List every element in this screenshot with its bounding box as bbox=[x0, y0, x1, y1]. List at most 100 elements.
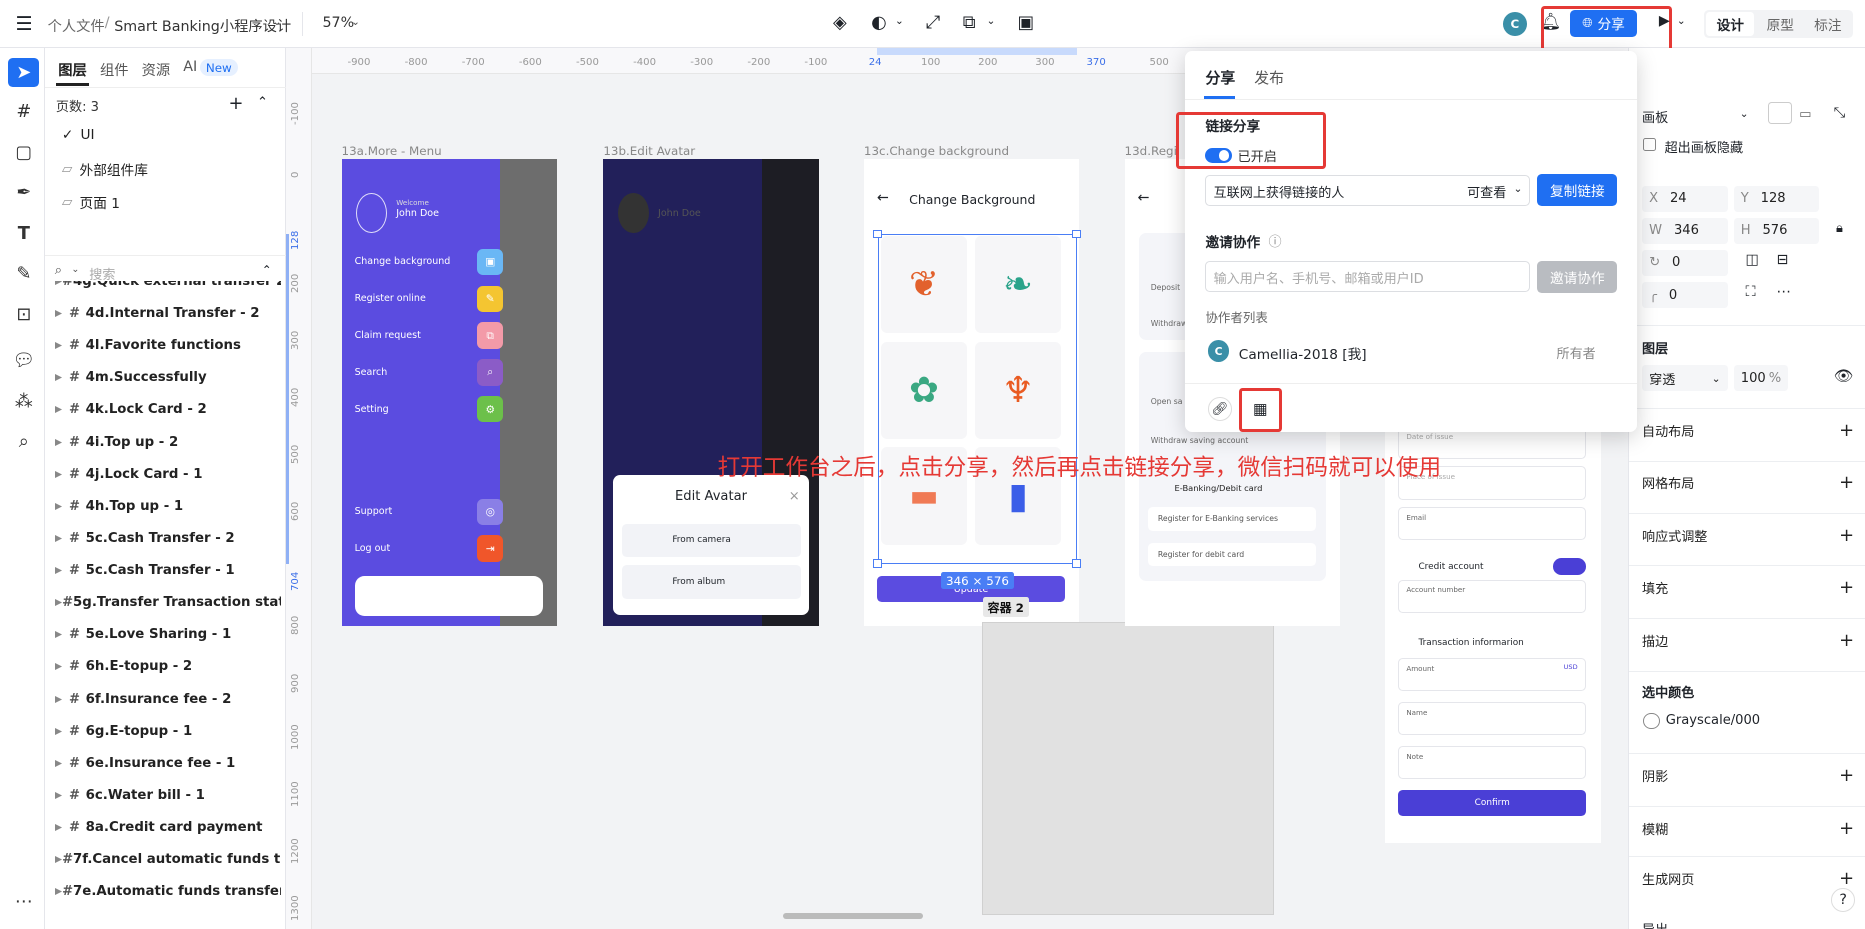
add-icon[interactable]: + bbox=[1839, 868, 1854, 889]
color-swatch[interactable] bbox=[1643, 712, 1660, 730]
layer-row[interactable]: ▶ #4i.Top up - 2 bbox=[55, 426, 281, 458]
comment-tool-icon[interactable]: 💬︎ bbox=[8, 346, 39, 375]
rotation-input[interactable]: ↻ 0 bbox=[1641, 249, 1728, 277]
menu-item[interactable]: Setting ⚙ bbox=[355, 396, 504, 423]
caret-right-icon[interactable]: ▶ bbox=[55, 661, 69, 672]
tab-prototype[interactable]: 原型 bbox=[1756, 14, 1804, 34]
layer-row[interactable]: ▶#4g.Quick external transfer 24... bbox=[55, 281, 281, 298]
frame-title[interactable]: 13b.Edit Avatar bbox=[603, 144, 695, 158]
collapse-icon[interactable]: ⌃ bbox=[257, 95, 268, 110]
radius-input[interactable]: ╭ 0 bbox=[1641, 282, 1728, 309]
row-button[interactable]: Register for debit card bbox=[1148, 542, 1317, 567]
landscape-icon[interactable]: ▭ bbox=[1799, 107, 1811, 122]
x-input[interactable]: X 24 bbox=[1641, 185, 1728, 212]
back-arrow-icon[interactable]: ← bbox=[1138, 190, 1150, 206]
chevron-down-icon[interactable]: ⌄ bbox=[273, 15, 282, 28]
copy-link-button[interactable]: 复制链接 bbox=[1537, 173, 1618, 206]
panel-section[interactable]: 阴影 + bbox=[1642, 765, 1854, 786]
move-tool-icon[interactable]: ➤ bbox=[8, 58, 40, 87]
invite-input[interactable]: 输入用户名、手机号、邮箱或用户ID bbox=[1205, 260, 1531, 292]
account-number-field[interactable]: Account number bbox=[1398, 579, 1587, 613]
add-icon[interactable]: + bbox=[1839, 525, 1854, 546]
layer-row[interactable]: ▶ #4l.Favorite functions bbox=[55, 330, 281, 362]
selected-color-name[interactable]: Grayscale/000 bbox=[1666, 713, 1760, 728]
fit-icon[interactable]: ⤡ bbox=[1834, 105, 1845, 121]
add-icon[interactable]: + bbox=[1839, 818, 1854, 839]
frame-tool-icon[interactable]: # bbox=[8, 98, 39, 127]
layer-row[interactable]: ▶ #6h.E-topup - 2 bbox=[55, 651, 281, 683]
flip-v-icon[interactable]: ⊟ bbox=[1776, 252, 1788, 268]
caret-right-icon[interactable]: ▶ bbox=[55, 533, 69, 544]
flip-h-icon[interactable]: ◫ bbox=[1746, 252, 1759, 268]
tab-design[interactable]: 设计 bbox=[1706, 11, 1755, 36]
w-input[interactable]: W 346 bbox=[1641, 217, 1728, 244]
add-icon[interactable]: + bbox=[1839, 577, 1854, 598]
permission-value[interactable]: 可查看 bbox=[1467, 182, 1506, 201]
layer-row[interactable]: ▶ #6e.Insurance fee - 1 bbox=[55, 747, 281, 779]
layer-row[interactable]: ▶ #5c.Cash Transfer - 2 bbox=[55, 522, 281, 554]
caret-right-icon[interactable]: ▶ bbox=[55, 822, 69, 833]
zoom-level[interactable]: 57% bbox=[322, 15, 354, 31]
clip-checkbox[interactable] bbox=[1643, 138, 1657, 152]
panel-section[interactable]: 自动布局 + bbox=[1642, 420, 1854, 441]
add-icon[interactable]: + bbox=[1839, 765, 1854, 786]
menu-item[interactable]: Claim request ⧉ bbox=[355, 322, 504, 349]
add-page-icon[interactable]: + bbox=[228, 93, 243, 114]
row-label[interactable]: E-Banking/Debit card bbox=[1174, 483, 1262, 493]
page-item-ui[interactable]: ✓ UI bbox=[62, 127, 95, 143]
corner-icon[interactable]: ⛶ bbox=[1746, 284, 1756, 300]
plugin-icon[interactable]: ⁂ bbox=[8, 387, 39, 416]
menu-item[interactable]: Search ⌕ bbox=[355, 359, 504, 386]
layer-row[interactable]: ▶ #4d.Internal Transfer - 2 bbox=[55, 297, 281, 329]
tab-publish[interactable]: 发布 bbox=[1254, 67, 1284, 88]
frame-title[interactable]: 13d.Regi bbox=[1125, 144, 1177, 158]
menu-item[interactable]: Log out ⇥ bbox=[355, 535, 504, 562]
resize-handle[interactable] bbox=[873, 559, 882, 568]
invite-button[interactable]: 邀请协作 bbox=[1537, 260, 1618, 293]
resize-icon[interactable]: ⤢ bbox=[926, 12, 940, 33]
caret-right-icon[interactable]: ▶ bbox=[55, 308, 69, 319]
layer-row[interactable]: ▶ #6c.Water bill - 1 bbox=[55, 779, 281, 811]
tab-annotate[interactable]: 标注 bbox=[1804, 14, 1852, 34]
note-field[interactable]: Note bbox=[1398, 746, 1587, 780]
caret-right-icon[interactable]: ▶ bbox=[55, 281, 62, 287]
layer-row[interactable]: ▶ #7e.Automatic funds transfer bbox=[55, 876, 281, 908]
help-button[interactable]: ? bbox=[1831, 887, 1855, 912]
chevron-down-icon[interactable]: ⌄ bbox=[1677, 14, 1686, 27]
frame-title[interactable]: 13a.More - Menu bbox=[342, 144, 442, 158]
caret-right-icon[interactable]: ▶ bbox=[55, 340, 69, 351]
caret-right-icon[interactable]: ▶ bbox=[55, 726, 69, 737]
caret-right-icon[interactable]: ▶ bbox=[55, 501, 69, 512]
caret-right-icon[interactable]: ▶ bbox=[55, 694, 69, 705]
chevron-down-icon[interactable]: ⌄ bbox=[71, 264, 79, 275]
confirm-button[interactable]: Confirm bbox=[1398, 790, 1587, 817]
audience-select[interactable]: 互联网上获得链接的人 可查看 ⌄ bbox=[1205, 174, 1531, 206]
h-input[interactable]: H 576 bbox=[1733, 217, 1820, 244]
frame-form[interactable]: Date of issue Place of issue Email Credi… bbox=[1385, 426, 1601, 843]
menu-item[interactable]: Support ◎ bbox=[355, 498, 504, 525]
page-item-page1[interactable]: ▱ 页面 1 bbox=[62, 192, 120, 212]
page-item-external[interactable]: ▱ 外部组件库 bbox=[62, 159, 148, 179]
layer-row[interactable]: ▶ #5e.Love Sharing - 1 bbox=[55, 619, 281, 651]
caret-right-icon[interactable]: ▶ bbox=[55, 565, 69, 576]
pencil-tool-icon[interactable]: ✎ bbox=[8, 259, 39, 288]
chevron-down-icon[interactable]: ⌄ bbox=[351, 15, 360, 28]
caret-right-icon[interactable]: ▶ bbox=[55, 469, 69, 480]
panel-section[interactable]: 模糊 + bbox=[1642, 818, 1854, 839]
frame-icon[interactable]: ▣ bbox=[1017, 12, 1034, 33]
theme-icon[interactable]: ◐ bbox=[871, 12, 887, 33]
caret-right-icon[interactable]: ▶ bbox=[55, 404, 69, 415]
tab-ai[interactable]: AI bbox=[183, 59, 197, 75]
blend-select[interactable]: 穿透 ⌄ bbox=[1641, 365, 1728, 392]
panel-section[interactable]: 生成网页 + bbox=[1642, 868, 1854, 889]
frame-type-select[interactable]: 画板 bbox=[1642, 107, 1668, 126]
text-tool-icon[interactable]: T bbox=[8, 219, 39, 248]
frame-title[interactable]: 13c.Change background bbox=[864, 144, 1009, 158]
caret-right-icon[interactable]: ▶ bbox=[55, 854, 62, 865]
email-field[interactable]: Email bbox=[1398, 506, 1587, 541]
back-arrow-icon[interactable]: ← bbox=[877, 190, 889, 206]
link-icon[interactable]: 🔗︎ bbox=[1207, 397, 1232, 422]
rectangle-tool-icon[interactable]: ▢ bbox=[8, 138, 39, 167]
opacity-input[interactable]: 100% bbox=[1733, 365, 1789, 392]
search-icon[interactable]: ⌕ bbox=[8, 427, 39, 456]
